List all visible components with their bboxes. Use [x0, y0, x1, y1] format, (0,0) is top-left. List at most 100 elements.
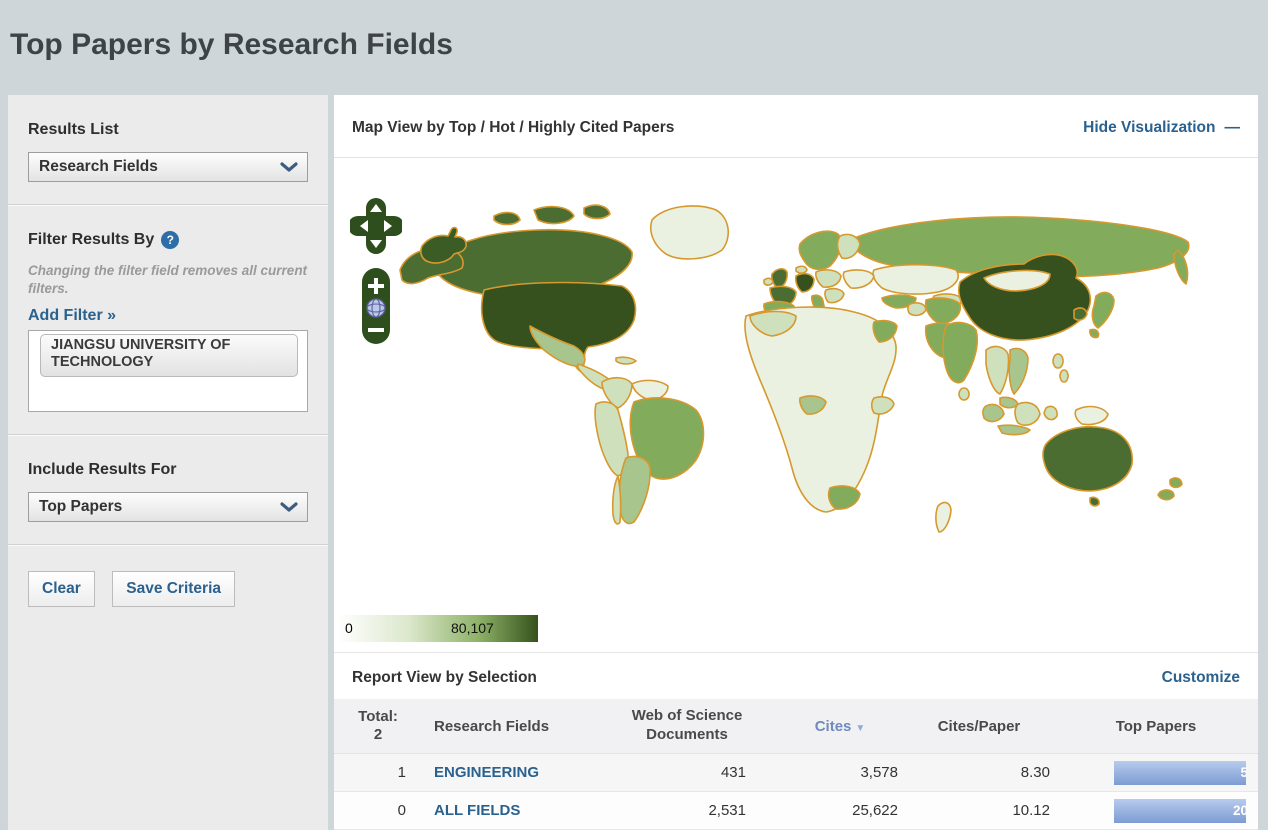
zoom-control	[362, 268, 390, 344]
country-myanmar-thailand	[985, 345, 1010, 395]
filter-pill[interactable]: JIANGSU UNIVERSITY OF TECHNOLOGY	[40, 334, 298, 377]
table-header-row: Total: 2 Research Fields Web of Science …	[334, 699, 1258, 754]
results-list-selected: Research Fields	[39, 158, 158, 175]
cites-per-paper-value: 10.12	[1012, 802, 1050, 819]
column-wos-documents[interactable]: Web of Science Documents	[598, 707, 776, 745]
include-results-section: Include Results For Top Papers	[8, 435, 328, 546]
country-vietnam	[1008, 347, 1029, 395]
chevron-down-icon	[280, 502, 298, 512]
country-philippines-2	[1059, 369, 1069, 383]
results-list-heading: Results List	[28, 121, 119, 138]
top-papers-bar-container: 5	[1114, 760, 1246, 785]
report-view-title: Report View by Selection	[352, 669, 537, 686]
column-research-fields[interactable]: Research Fields	[422, 718, 598, 735]
country-philippines-1	[1052, 353, 1064, 369]
research-field-link[interactable]: ENGINEERING	[434, 764, 539, 781]
map-view-title: Map View by Top / Hot / Highly Cited Pap…	[352, 119, 675, 136]
page: { "page_title": "Top Papers by Research …	[0, 0, 1268, 830]
country-madagascar	[935, 501, 952, 533]
page-title: Top Papers by Research Fields	[10, 28, 453, 62]
top-papers-value: 5	[1240, 764, 1246, 780]
country-greenland	[650, 205, 729, 260]
country-new-zealand-south	[1157, 489, 1175, 501]
top-papers-bar-container: 20	[1114, 798, 1246, 823]
filter-heading: Filter Results By	[28, 231, 155, 248]
country-ireland	[763, 277, 774, 286]
layout: Results List Research Fields Filter Resu…	[8, 95, 1258, 830]
country-japan	[1091, 291, 1115, 329]
include-results-heading: Include Results For	[28, 461, 177, 479]
country-japan-south	[1089, 328, 1100, 339]
country-balkans	[824, 287, 845, 304]
country-russia-kamchatka	[1173, 249, 1189, 285]
country-australia	[1042, 425, 1133, 492]
add-filter-link[interactable]: Add Filter »	[28, 307, 116, 325]
column-cites-per-paper[interactable]: Cites/Paper	[904, 718, 1054, 735]
country-chile	[611, 475, 622, 525]
country-finland	[836, 233, 861, 260]
country-south-africa	[827, 485, 861, 510]
cites-per-paper-value: 8.30	[1020, 764, 1050, 781]
hide-visualization-link[interactable]: Hide Visualization —	[1083, 119, 1240, 137]
filter-list-box[interactable]: JIANGSU UNIVERSITY OF TECHNOLOGY	[28, 330, 308, 413]
zoom-out-icon	[368, 328, 384, 332]
map-legend: 0 80,107	[338, 615, 538, 642]
country-borneo	[1014, 401, 1041, 426]
country-india	[942, 321, 979, 384]
report-header: Report View by Selection Customize	[334, 653, 1258, 699]
country-sri-lanka	[958, 387, 970, 401]
country-germany	[794, 272, 815, 293]
country-java	[997, 424, 1031, 436]
top-papers-bar: 5	[1114, 760, 1246, 785]
country-canada-arctic-2	[583, 204, 611, 220]
country-iraq-syria	[907, 302, 927, 317]
research-field-link[interactable]: ALL FIELDS	[434, 802, 520, 819]
filter-note: Changing the filter field removes all cu…	[28, 263, 308, 296]
world-choropleth-map[interactable]	[334, 158, 1258, 652]
chevron-down-icon	[280, 162, 298, 172]
country-new-zealand-north	[1169, 477, 1183, 489]
pan-control	[350, 198, 402, 254]
country-canada-arctic-1	[533, 205, 575, 225]
cites-value: 25,622	[852, 802, 898, 819]
globe-icon	[366, 298, 386, 318]
top-papers-value: 20	[1232, 802, 1246, 818]
results-list-section: Results List Research Fields	[8, 95, 328, 205]
filter-section: Filter Results By ? Changing the filter …	[8, 205, 328, 436]
include-results-selected: Top Papers	[39, 498, 123, 516]
cites-value: 3,578	[860, 764, 898, 781]
row-rank: 0	[397, 802, 406, 819]
table-row: 0 ALL FIELDS 2,531 25,622 10.12 20	[334, 792, 1258, 830]
country-scandinavia	[798, 230, 842, 271]
country-venezuela	[631, 379, 669, 401]
collapse-icon: —	[1224, 119, 1241, 136]
country-south-korea	[1073, 307, 1088, 321]
column-top-papers[interactable]: Top Papers	[1054, 718, 1258, 735]
country-poland	[815, 269, 842, 288]
sidebar-buttons: Clear Save Criteria	[8, 545, 328, 633]
customize-link[interactable]: Customize	[1162, 669, 1240, 687]
column-cites-sorted[interactable]: Cites ▼	[776, 718, 904, 735]
top-papers-bar: 20	[1114, 798, 1246, 823]
save-criteria-button[interactable]: Save Criteria	[112, 571, 236, 608]
country-kazakhstan	[872, 263, 959, 295]
sort-descending-icon: ▼	[855, 722, 866, 734]
country-cuba	[615, 356, 637, 365]
country-sulawesi	[1043, 405, 1058, 421]
country-ukraine	[842, 269, 875, 289]
wos-documents-value: 431	[720, 764, 746, 781]
help-icon[interactable]: ?	[161, 231, 180, 249]
table-row: 1 ENGINEERING 431 3,578 8.30 5	[334, 754, 1258, 792]
country-argentina	[618, 455, 651, 525]
country-new-guinea	[1074, 405, 1109, 426]
country-benelux	[795, 265, 808, 274]
map-controls	[350, 198, 402, 344]
clear-button[interactable]: Clear	[28, 571, 95, 608]
results-list-dropdown[interactable]: Research Fields	[28, 152, 308, 182]
column-total: Total: 2	[358, 708, 398, 743]
include-results-dropdown[interactable]: Top Papers	[28, 492, 308, 523]
country-tasmania	[1089, 496, 1100, 507]
map-area: 0 80,107	[334, 158, 1258, 653]
country-canada-arctic-3	[493, 211, 521, 226]
legend-max-label: 80,107	[451, 620, 494, 636]
